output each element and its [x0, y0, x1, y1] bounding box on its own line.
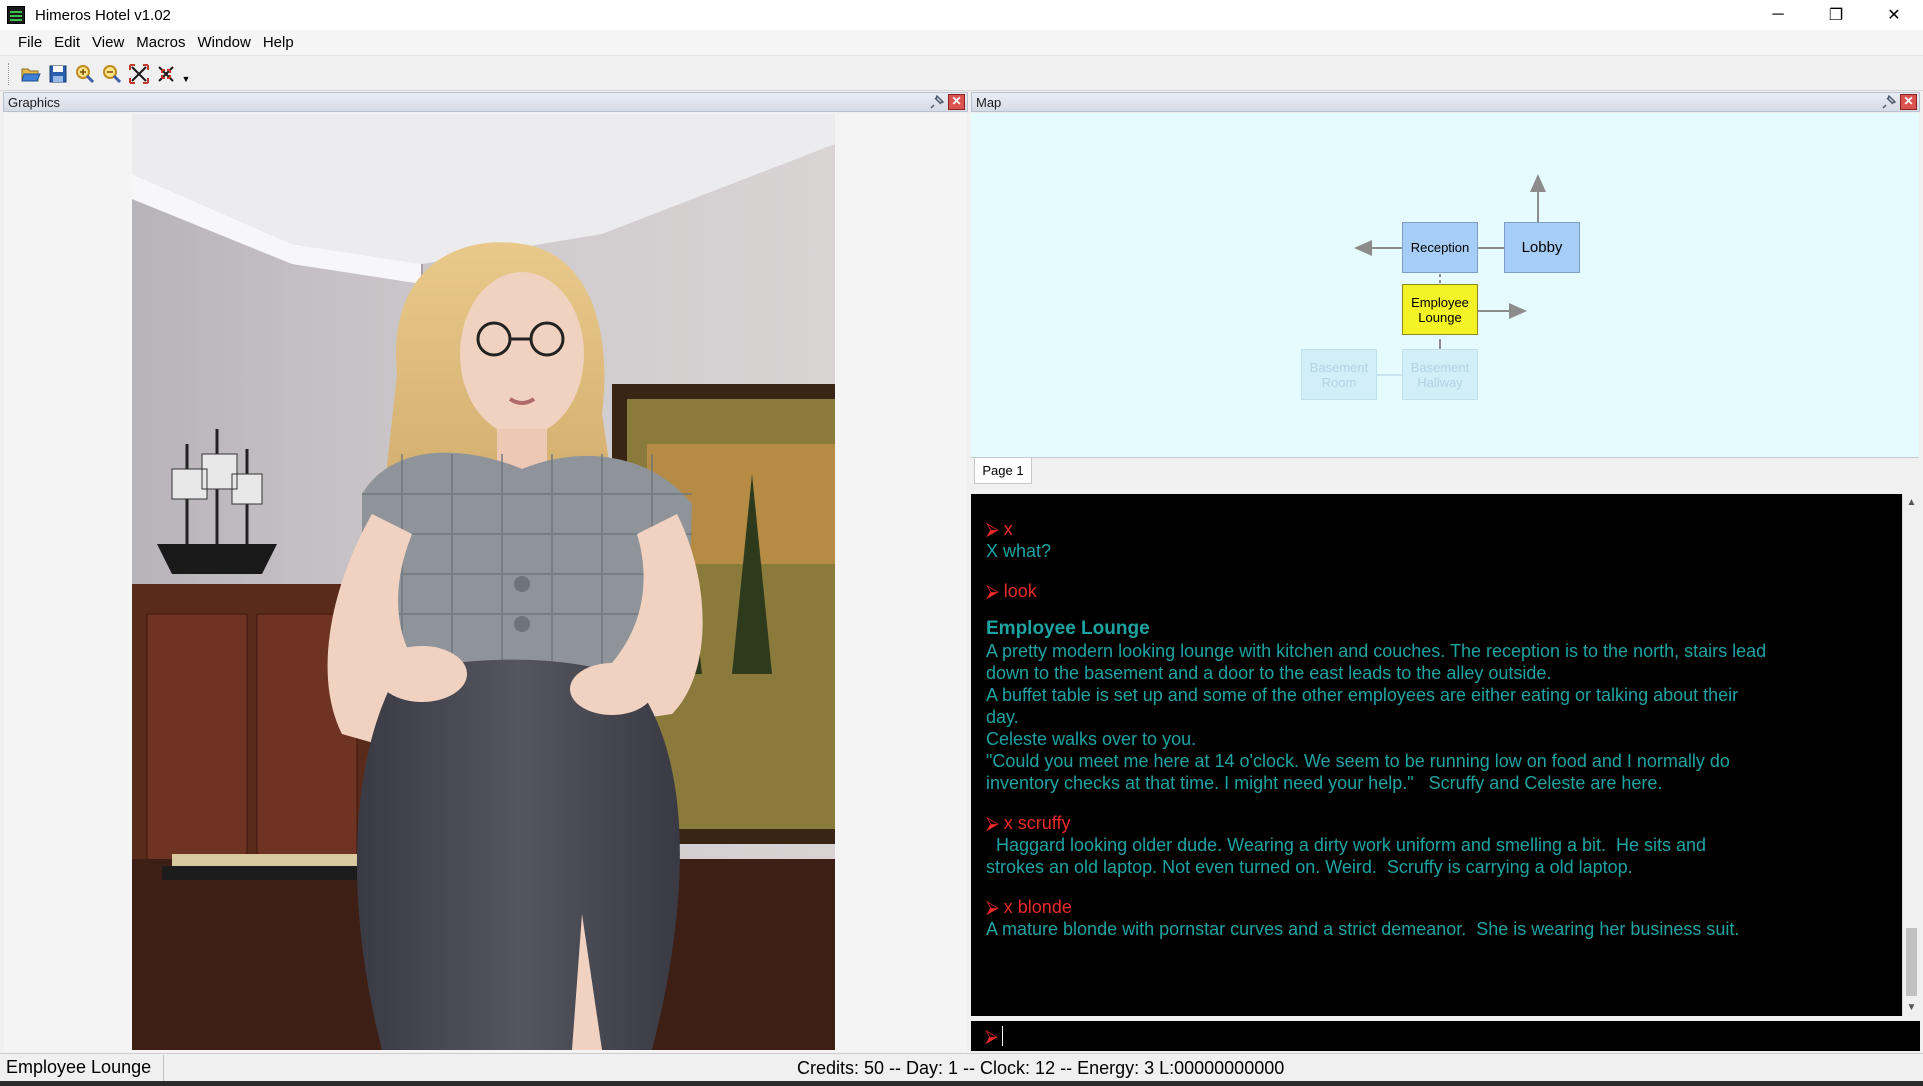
pin-icon: [1882, 95, 1896, 109]
prompt-arrow-icon: ⮚: [986, 897, 999, 917]
window-controls: ─ ❐ ✕: [1749, 0, 1923, 30]
save-button[interactable]: [44, 61, 71, 87]
command-input[interactable]: ⮚: [971, 1021, 1920, 1051]
zoom-in-icon: [75, 64, 94, 83]
output-line: Haggard looking older dude. Wearing a di…: [986, 835, 1707, 855]
toolbar-grip[interactable]: [8, 62, 11, 85]
map-pin-button[interactable]: [1881, 94, 1897, 110]
output-line: A buffet table is set up and some of the…: [986, 685, 1739, 705]
output-line: Celeste walks over to you.: [986, 729, 1197, 749]
graphics-close-button[interactable]: ✕: [948, 94, 965, 110]
output-line: strokes an old laptop. Not even turned o…: [986, 857, 1633, 877]
restore-button[interactable]: ❐: [1807, 0, 1865, 30]
status-stats: Credits: 50 -- Day: 1 -- Clock: 12 -- En…: [797, 1057, 1285, 1078]
graphics-panel-header: Graphics ✕: [3, 92, 968, 112]
map-panel-header: Map ✕: [971, 92, 1920, 112]
map-panel-title: Map: [976, 94, 1002, 110]
minimize-button[interactable]: ─: [1749, 0, 1807, 30]
room-heading: Employee Lounge: [986, 618, 1150, 639]
room-label: Employee Lounge: [1411, 294, 1469, 325]
scroll-thumb[interactable]: [1906, 928, 1917, 996]
menu-help[interactable]: Help: [257, 34, 300, 51]
menu-file[interactable]: File: [12, 34, 48, 51]
menu-edit[interactable]: Edit: [48, 34, 86, 51]
zoom-out-icon: [102, 64, 121, 83]
output-line: down to the basement and a door to the e…: [986, 663, 1552, 683]
command-echo: ⮚ x blonde: [986, 897, 1072, 917]
window-title: Himeros Hotel v1.02: [35, 6, 171, 24]
open-folder-icon: [20, 68, 41, 81]
output-line: "Could you meet me here at 14 o'clock. W…: [986, 751, 1730, 771]
command-echo: ⮚ x: [986, 519, 1013, 539]
room-label: Basement Hallway: [1410, 359, 1470, 390]
fit-to-window-icon: [128, 63, 149, 84]
actual-size-button[interactable]: [152, 61, 179, 87]
graphics-pin-button[interactable]: [929, 94, 945, 110]
menu-bar: File Edit View Macros Window Help: [0, 30, 1923, 56]
map-page-tabs: Page 1: [971, 457, 1919, 484]
toolbar: ▼: [0, 57, 1923, 91]
toolbar-overflow-dropdown[interactable]: ▼: [179, 61, 193, 87]
room-label: Reception: [1410, 240, 1470, 255]
graphics-panel: [4, 113, 967, 1052]
output-line: X what?: [986, 541, 1052, 561]
title-bar: Himeros Hotel v1.02 ─ ❐ ✕: [0, 0, 1923, 30]
prompt-arrow-icon: ⮚: [985, 1025, 998, 1046]
map-room-employee-lounge[interactable]: Employee Lounge: [1402, 284, 1478, 335]
prompt-arrow-icon: ⮚: [986, 813, 999, 833]
map-canvas[interactable]: Reception Lobby Employee Lounge Basement R…: [971, 113, 1919, 457]
output-line: A mature blonde with pornstar curves and…: [986, 919, 1740, 939]
prompt-arrow-icon: ⮚: [986, 581, 999, 601]
command-echo: ⮚ x scruffy: [986, 813, 1071, 833]
zoom-out-button[interactable]: [98, 61, 125, 87]
console-scrollbar[interactable]: ▲ ▼: [1902, 494, 1920, 1016]
map-room-basement-hallway[interactable]: Basement Hallway: [1402, 349, 1478, 400]
app-icon: [7, 6, 25, 24]
status-bar: Employee Lounge Credits: 50 -- Day: 1 --…: [0, 1053, 1923, 1081]
close-window-button[interactable]: ✕: [1865, 0, 1923, 30]
menu-view[interactable]: View: [86, 34, 130, 51]
map-close-button[interactable]: ✕: [1900, 94, 1917, 110]
scene-image: [132, 114, 835, 1050]
map-room-basement-room[interactable]: Basement Room: [1301, 349, 1377, 400]
output-line: inventory checks at that time. I might n…: [986, 773, 1663, 793]
scene-illustration: [132, 114, 835, 1050]
output-line: A pretty modern looking lounge with kitc…: [986, 641, 1767, 661]
scroll-up-button[interactable]: ▲: [1903, 494, 1920, 511]
pin-icon: [930, 95, 944, 109]
output-line: day.: [986, 707, 1019, 727]
menu-macros[interactable]: Macros: [130, 34, 191, 51]
app-window: Himeros Hotel v1.02 ─ ❐ ✕ File Edit View…: [0, 0, 1923, 1086]
scroll-down-button[interactable]: ▼: [1903, 999, 1920, 1016]
map-room-reception[interactable]: Reception: [1402, 222, 1478, 273]
menu-window[interactable]: Window: [191, 34, 256, 51]
command-echo: ⮚ look: [986, 581, 1037, 601]
prompt-arrow-icon: ⮚: [986, 519, 999, 539]
fit-button[interactable]: [125, 61, 152, 87]
map-room-lobby[interactable]: Lobby: [1504, 222, 1580, 273]
zoom-in-button[interactable]: [71, 61, 98, 87]
save-disk-icon: [49, 65, 66, 82]
room-label: Basement Room: [1309, 359, 1369, 390]
tab-page-1[interactable]: Page 1: [974, 458, 1032, 484]
graphics-panel-title: Graphics: [8, 94, 61, 110]
actual-size-icon: [157, 65, 174, 82]
window-bottom-edge: [0, 1081, 1923, 1086]
room-label: Lobby: [1521, 239, 1563, 256]
text-caret: [1001, 1026, 1003, 1046]
open-button[interactable]: [17, 61, 44, 87]
status-location: Employee Lounge: [0, 1054, 164, 1081]
game-output-console[interactable]: ⮚ x X what? ⮚ look Employee Lounge A prett…: [971, 494, 1902, 1016]
